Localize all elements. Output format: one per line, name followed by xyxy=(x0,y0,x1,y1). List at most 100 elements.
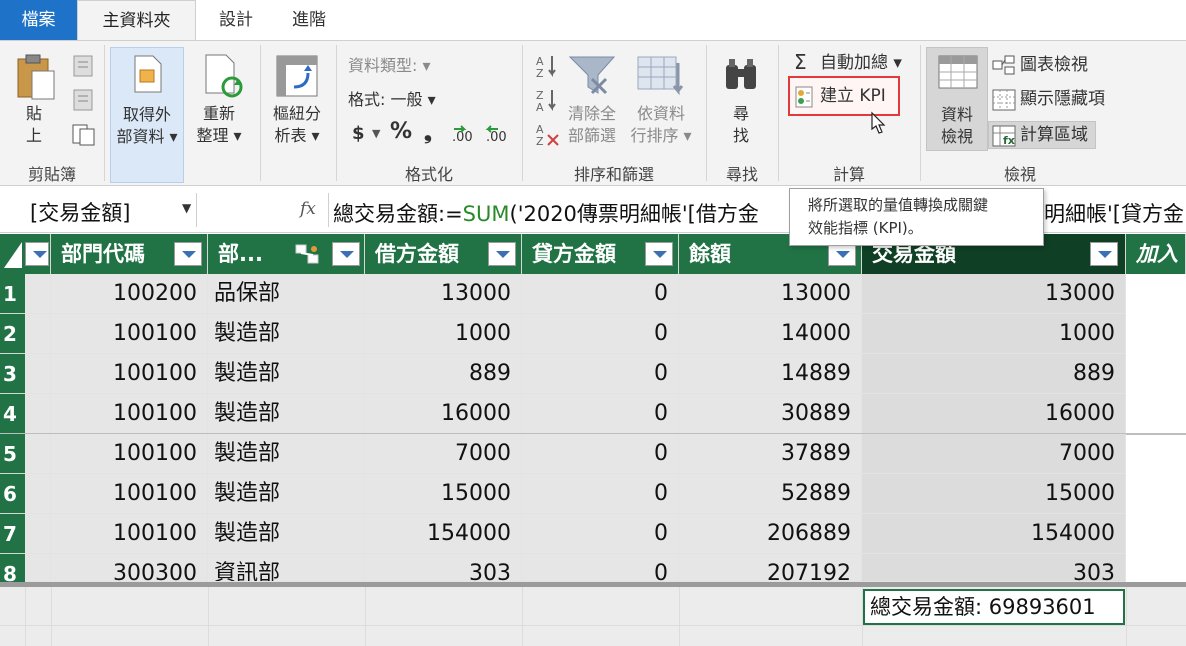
currency-dropdown-icon[interactable]: ▼ xyxy=(372,123,380,145)
table-cell-debit[interactable]: 303 xyxy=(365,554,522,582)
column-header-hidden[interactable] xyxy=(25,234,51,274)
table-cell-balance[interactable]: 30889 xyxy=(679,394,862,434)
table-cell-dept[interactable]: 100100 xyxy=(51,514,208,554)
table-cell-name[interactable]: 製造部 xyxy=(208,394,365,434)
select-all-corner[interactable] xyxy=(0,234,25,274)
sort-descending-icon[interactable]: Z A xyxy=(534,87,560,113)
name-box-dropdown-icon[interactable]: ▼ xyxy=(182,201,191,215)
row-number[interactable]: 6 xyxy=(0,474,25,514)
table-cell-dept[interactable]: 100200 xyxy=(51,274,208,314)
row-number[interactable]: 1 xyxy=(0,274,25,314)
table-cell-credit[interactable]: 0 xyxy=(522,274,679,314)
table-cell-hidden[interactable] xyxy=(25,514,51,554)
table-cell-name[interactable]: 製造部 xyxy=(208,474,365,514)
table-cell-dept[interactable]: 100100 xyxy=(51,394,208,434)
table-cell-hidden[interactable] xyxy=(25,554,51,582)
column-header-dept-code[interactable]: 部門代碼 xyxy=(51,234,208,274)
table-cell-name[interactable]: 製造部 xyxy=(208,354,365,394)
table-cell-balance[interactable]: 206889 xyxy=(679,514,862,554)
column-header-add-column[interactable]: 加入 xyxy=(1126,234,1186,274)
get-external-data-button[interactable]: 取得外 部資料 ▾ xyxy=(110,47,184,183)
table-cell-debit[interactable]: 7000 xyxy=(365,434,522,474)
table-cell-hidden[interactable] xyxy=(25,274,51,314)
column-header-debit[interactable]: 借方金額 xyxy=(365,234,522,274)
currency-format-button[interactable]: $ xyxy=(352,123,365,145)
table-cell-debit[interactable]: 15000 xyxy=(365,474,522,514)
table-cell-debit[interactable]: 16000 xyxy=(365,394,522,434)
table-cell-name[interactable]: 製造部 xyxy=(208,434,365,474)
decrease-decimal-icon[interactable]: .00 xyxy=(484,125,518,147)
row-number[interactable]: 3 xyxy=(0,354,25,394)
row-number[interactable]: 5 xyxy=(0,434,25,474)
table-cell-amount[interactable]: 154000 xyxy=(862,514,1126,554)
table-cell-balance[interactable]: 52889 xyxy=(679,474,862,514)
table-cell-credit[interactable]: 0 xyxy=(522,434,679,474)
table-cell-amount[interactable]: 889 xyxy=(862,354,1126,394)
paste-append-icon[interactable] xyxy=(70,121,98,147)
table-cell-balance[interactable]: 14889 xyxy=(679,354,862,394)
table-cell-balance[interactable]: 13000 xyxy=(679,274,862,314)
create-kpi-button[interactable]: 建立 KPI xyxy=(788,76,900,116)
percent-format-button[interactable]: % xyxy=(390,121,412,143)
comma-format-button[interactable]: ❟ xyxy=(424,121,432,143)
sort-ascending-icon[interactable]: A Z xyxy=(534,53,560,79)
table-cell-debit[interactable]: 889 xyxy=(365,354,522,394)
table-cell-dept[interactable]: 100100 xyxy=(51,474,208,514)
copy-icon[interactable] xyxy=(70,87,98,113)
filter-dropdown-icon[interactable] xyxy=(1090,242,1118,266)
column-header-dept-name[interactable]: 部... xyxy=(208,234,365,274)
measure-cell[interactable]: 總交易金額: 69893601 xyxy=(863,589,1125,625)
table-cell-credit[interactable]: 0 xyxy=(522,474,679,514)
filter-dropdown-icon[interactable] xyxy=(25,242,49,266)
table-cell-name[interactable]: 製造部 xyxy=(208,514,365,554)
table-cell-dept[interactable]: 100100 xyxy=(51,434,208,474)
table-cell-name[interactable]: 品保部 xyxy=(208,274,365,314)
row-number[interactable]: 7 xyxy=(0,514,25,554)
table-cell-hidden[interactable] xyxy=(25,314,51,354)
table-cell-name[interactable]: 資訊部 xyxy=(208,554,365,582)
filter-dropdown-icon[interactable] xyxy=(332,242,360,266)
table-cell-credit[interactable]: 0 xyxy=(522,554,679,582)
calculation-area-button[interactable]: fx 計算區域 xyxy=(988,121,1096,149)
row-number[interactable]: 2 xyxy=(0,314,25,354)
clear-sort-icon[interactable]: A Z xyxy=(534,121,560,147)
table-cell-debit[interactable]: 1000 xyxy=(365,314,522,354)
formula-input[interactable]: 總交易金額:=SUM('2020傳票明細帳'[借方金 xyxy=(333,198,759,228)
tab-file[interactable]: 檔案 xyxy=(0,0,77,40)
filter-dropdown-icon[interactable] xyxy=(645,242,673,266)
table-cell-amount[interactable]: 15000 xyxy=(862,474,1126,514)
tab-home[interactable]: 主資料夾 xyxy=(77,0,196,41)
name-box[interactable]: [交易金額] xyxy=(30,197,130,227)
data-view-button[interactable]: 資料 檢視 xyxy=(926,47,988,151)
table-cell-credit[interactable]: 0 xyxy=(522,354,679,394)
table-cell-balance[interactable]: 207192 xyxy=(679,554,862,582)
row-number[interactable]: 4 xyxy=(0,394,25,434)
table-cell-credit[interactable]: 0 xyxy=(522,394,679,434)
table-cell-hidden[interactable] xyxy=(25,354,51,394)
table-cell-amount[interactable]: 16000 xyxy=(862,394,1126,434)
table-cell-amount[interactable]: 13000 xyxy=(862,274,1126,314)
table-cell-credit[interactable]: 0 xyxy=(522,314,679,354)
table-cell-balance[interactable]: 14000 xyxy=(679,314,862,354)
data-type-dropdown[interactable]: 資料類型: ▾ xyxy=(348,55,431,77)
increase-decimal-icon[interactable]: .00 xyxy=(450,125,484,147)
table-cell-amount[interactable]: 303 xyxy=(862,554,1126,582)
tab-design[interactable]: 設計 xyxy=(196,0,276,40)
table-cell-dept[interactable]: 300300 xyxy=(51,554,208,582)
filter-dropdown-icon[interactable] xyxy=(174,242,202,266)
table-cell-credit[interactable]: 0 xyxy=(522,514,679,554)
table-cell-amount[interactable]: 1000 xyxy=(862,314,1126,354)
table-cell-debit[interactable]: 13000 xyxy=(365,274,522,314)
table-cell-dept[interactable]: 100100 xyxy=(51,314,208,354)
table-cell-dept[interactable]: 100100 xyxy=(51,354,208,394)
fx-icon[interactable]: fx xyxy=(300,199,316,219)
table-cell-hidden[interactable] xyxy=(25,394,51,434)
table-cell-amount[interactable]: 7000 xyxy=(862,434,1126,474)
table-cell-hidden[interactable] xyxy=(25,474,51,514)
table-cell-debit[interactable]: 154000 xyxy=(365,514,522,554)
table-cell-hidden[interactable] xyxy=(25,434,51,474)
table-cell-name[interactable]: 製造部 xyxy=(208,314,365,354)
filter-dropdown-icon[interactable] xyxy=(488,242,516,266)
cut-icon[interactable] xyxy=(70,53,98,79)
column-header-credit[interactable]: 貸方金額 xyxy=(522,234,679,274)
